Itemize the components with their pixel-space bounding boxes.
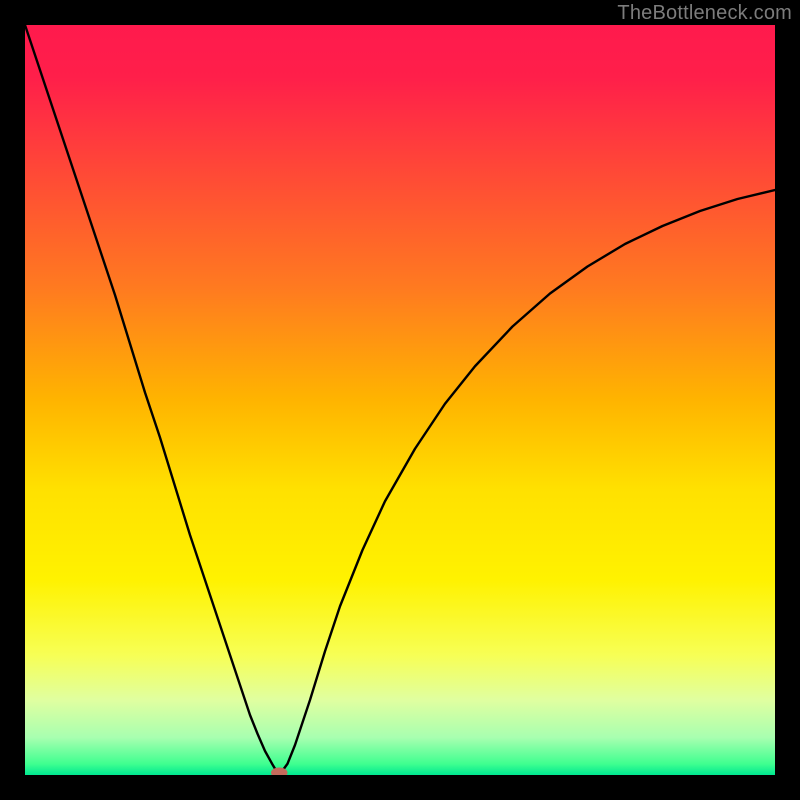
chart-background (25, 25, 775, 775)
bottleneck-chart (25, 25, 775, 775)
chart-frame: TheBottleneck.com (0, 0, 800, 800)
attribution-text: TheBottleneck.com (617, 2, 792, 25)
